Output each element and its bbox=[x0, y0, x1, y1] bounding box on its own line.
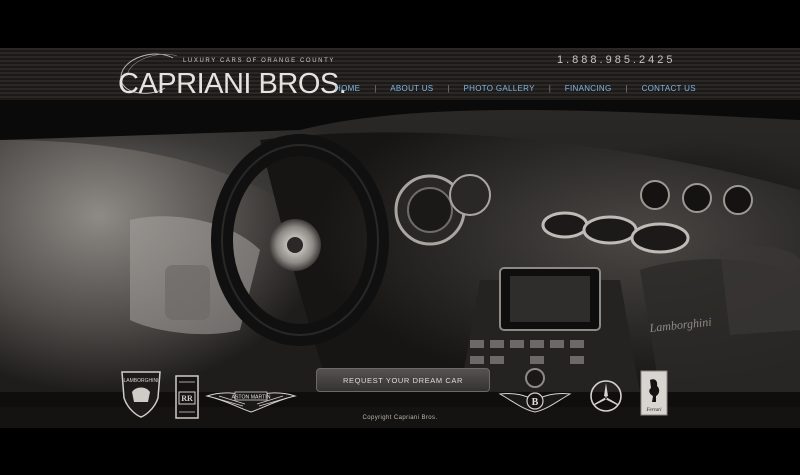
copyright: Copyright Capriani Bros. bbox=[362, 415, 438, 421]
header: LUXURY CARS OF ORANGE COUNTY CAPRIANI BR… bbox=[0, 48, 800, 100]
nav-separator: | bbox=[625, 83, 628, 93]
top-letterbox bbox=[0, 0, 800, 48]
bottom-letterbox bbox=[0, 428, 800, 475]
nav-separator: | bbox=[447, 83, 450, 93]
main-nav: HOME | ABOUT US | PHOTO GALLERY | FINANC… bbox=[335, 81, 696, 95]
car-interior-illustration: Lamborghini bbox=[0, 100, 800, 392]
lamborghini-text: LAMBORGHINI bbox=[123, 378, 158, 384]
nav-financing[interactable]: FINANCING bbox=[565, 84, 612, 93]
brand-logos-row: LAMBORGHINI RR ASTON MARTIN B Ferrari bbox=[0, 370, 800, 428]
brand-name[interactable]: CAPRIANI BROS. bbox=[118, 68, 347, 101]
nav-contact-us[interactable]: CONTACT US bbox=[642, 84, 696, 93]
lamborghini-logo[interactable]: LAMBORGHINI bbox=[120, 368, 162, 418]
nav-home[interactable]: HOME bbox=[335, 84, 360, 93]
aston-martin-text: ASTON MARTIN bbox=[231, 395, 270, 401]
bentley-logo[interactable]: B bbox=[498, 386, 572, 416]
nav-about-us[interactable]: ABOUT US bbox=[390, 84, 433, 93]
nav-separator: | bbox=[548, 83, 551, 93]
svg-text:B: B bbox=[532, 397, 539, 408]
phone-number: 1.888.985.2425 bbox=[557, 54, 676, 66]
ferrari-text: Ferrari bbox=[646, 408, 663, 413]
request-dream-car-button[interactable]: REQUEST YOUR DREAM CAR bbox=[316, 368, 490, 392]
mercedes-logo[interactable] bbox=[588, 378, 624, 414]
nav-photo-gallery[interactable]: PHOTO GALLERY bbox=[464, 84, 535, 93]
site-frame: LUXURY CARS OF ORANGE COUNTY CAPRIANI BR… bbox=[0, 48, 800, 428]
ferrari-logo[interactable]: Ferrari bbox=[640, 370, 668, 416]
svg-text:RR: RR bbox=[181, 394, 193, 403]
aston-martin-logo[interactable]: ASTON MARTIN bbox=[205, 386, 297, 418]
tagline: LUXURY CARS OF ORANGE COUNTY bbox=[183, 58, 335, 64]
nav-separator: | bbox=[374, 83, 377, 93]
rolls-royce-logo[interactable]: RR bbox=[174, 374, 200, 420]
hero-interior-photo: Lamborghini bbox=[0, 100, 800, 392]
